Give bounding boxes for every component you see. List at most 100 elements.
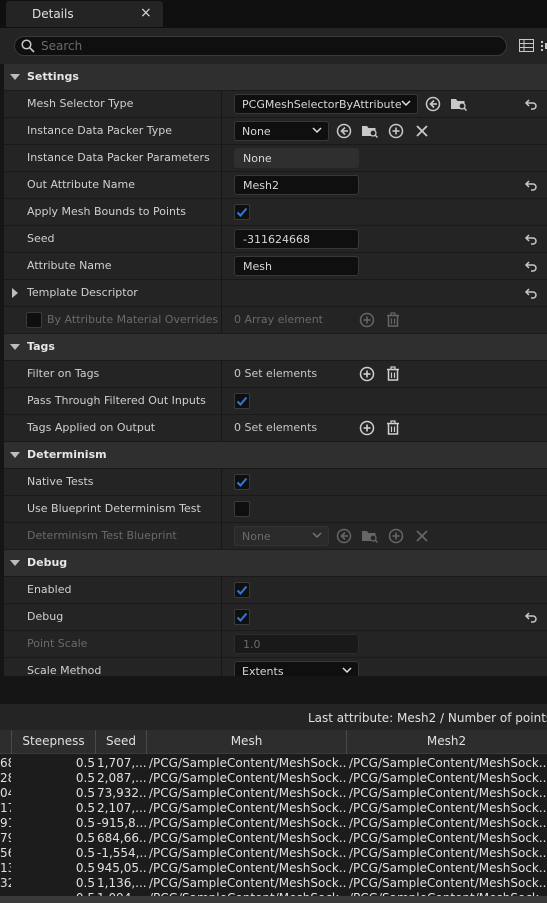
column-splitter[interactable]: [221, 91, 222, 117]
attribute-name-input[interactable]: Mesh: [234, 256, 359, 276]
horizontal-scrollbar[interactable]: [0, 896, 547, 903]
reset-to-default-icon[interactable]: [524, 97, 538, 111]
chevron-down-icon: [401, 100, 411, 107]
determinism-blueprint-combo[interactable]: None: [234, 526, 329, 546]
add-element-icon[interactable]: [359, 420, 375, 436]
cell-mesh: /PCG/SampleContent/MeshSock...: [149, 771, 346, 785]
clear-icon[interactable]: [415, 528, 429, 544]
caret-right-icon[interactable]: [12, 288, 18, 298]
table-row[interactable]: 680.51,707,.../PCG/SampleContent/MeshSoc…: [0, 756, 547, 771]
table-row[interactable]: 790.5684,66.../PCG/SampleContent/MeshSoc…: [0, 831, 547, 846]
reset-to-default-icon[interactable]: [524, 286, 538, 300]
chevron-down-icon: [342, 667, 352, 674]
reset-to-default-icon[interactable]: [524, 178, 538, 192]
add-icon[interactable]: [388, 528, 404, 544]
column-splitter[interactable]: [221, 631, 222, 657]
debug-checkbox[interactable]: [234, 609, 250, 625]
browse-icon[interactable]: [450, 96, 468, 112]
add-element-icon[interactable]: [359, 366, 375, 382]
column-splitter[interactable]: [221, 469, 222, 495]
table-row[interactable]: 280.52,087,.../PCG/SampleContent/MeshSoc…: [0, 771, 547, 786]
caret-down-icon[interactable]: [10, 560, 20, 566]
tab-details[interactable]: Details ×: [6, 1, 163, 27]
category-settings[interactable]: Settings: [4, 64, 547, 90]
search-box[interactable]: [14, 36, 507, 56]
use-selected-icon[interactable]: [336, 123, 352, 139]
use-blueprint-checkbox[interactable]: [234, 501, 250, 517]
cell-seed: -1,554,...: [97, 846, 146, 860]
caret-down-icon[interactable]: [10, 452, 20, 458]
table-row[interactable]: 910.5-915,8.../PCG/SampleContent/MeshSoc…: [0, 816, 547, 831]
panel-separator: [0, 676, 547, 704]
table-view-icon[interactable]: [519, 39, 534, 52]
cell-steepness: 0.5: [75, 861, 95, 875]
apply-mesh-bounds-checkbox[interactable]: [234, 204, 250, 220]
column-splitter[interactable]: [221, 199, 222, 225]
column-splitter[interactable]: [221, 361, 222, 387]
enabled-checkbox[interactable]: [234, 582, 250, 598]
search-input[interactable]: [41, 38, 481, 54]
column-splitter[interactable]: [221, 226, 222, 252]
reset-to-default-icon[interactable]: [524, 610, 538, 624]
browse-icon[interactable]: [361, 123, 379, 139]
cell-seed: 1,136,...: [97, 876, 146, 890]
column-splitter[interactable]: [221, 307, 222, 333]
column-splitter[interactable]: [221, 388, 222, 414]
use-selected-icon[interactable]: [425, 96, 441, 112]
column-splitter[interactable]: [221, 280, 222, 306]
column-splitter[interactable]: [221, 496, 222, 522]
row-pass-through-filtered: Pass Through Filtered Out Inputs: [4, 388, 547, 414]
instance-data-packer-type-combo[interactable]: None: [234, 121, 329, 141]
point-scale-input[interactable]: 1.0: [234, 634, 359, 654]
seed-input[interactable]: -311624668: [234, 229, 359, 249]
column-splitter[interactable]: [221, 577, 222, 603]
caret-down-icon[interactable]: [10, 74, 20, 80]
property-label: Instance Data Packer Type: [27, 124, 173, 137]
column-splitter[interactable]: [221, 415, 222, 441]
column-header-mesh2[interactable]: Mesh2: [346, 730, 546, 754]
row-use-blueprint-determinism: Use Blueprint Determinism Test: [4, 496, 547, 522]
mesh-selector-type-combo[interactable]: PCGMeshSelectorByAttribute: [234, 94, 418, 114]
reset-to-default-icon[interactable]: [524, 259, 538, 273]
table-row[interactable]: 560.5-1,554,.../PCG/SampleContent/MeshSo…: [0, 846, 547, 861]
column-header-mesh[interactable]: Mesh: [146, 730, 346, 754]
column-splitter[interactable]: [221, 253, 222, 279]
column-header-seed[interactable]: Seed: [95, 730, 146, 754]
caret-down-icon[interactable]: [10, 344, 20, 350]
row-debug: Debug: [4, 604, 547, 630]
settings-icon[interactable]: [541, 39, 547, 52]
out-attribute-name-input[interactable]: Mesh2: [234, 175, 359, 195]
table-row[interactable]: 170.52,107,.../PCG/SampleContent/MeshSoc…: [0, 801, 547, 816]
category-tags[interactable]: Tags: [4, 334, 547, 360]
use-selected-icon[interactable]: [336, 528, 352, 544]
trash-icon[interactable]: [385, 312, 401, 328]
column-header-steepness[interactable]: Steepness: [11, 730, 95, 754]
column-splitter[interactable]: [221, 118, 222, 144]
column-splitter[interactable]: [221, 604, 222, 630]
clear-icon[interactable]: [415, 123, 429, 139]
column-splitter[interactable]: [221, 658, 222, 676]
row-native-tests: Native Tests: [4, 469, 547, 495]
by-attribute-material-overrides-checkbox[interactable]: [26, 312, 42, 328]
trash-icon[interactable]: [385, 420, 401, 436]
category-determinism[interactable]: Determinism: [4, 442, 547, 468]
column-splitter[interactable]: [221, 523, 222, 549]
native-tests-checkbox[interactable]: [234, 474, 250, 490]
browse-icon[interactable]: [361, 528, 379, 544]
property-grid: Settings Mesh Selector Type PCGMeshSelec…: [4, 64, 547, 676]
property-label: Determinism Test Blueprint: [27, 529, 177, 542]
table-row[interactable]: 130.5945,05.../PCG/SampleContent/MeshSoc…: [0, 861, 547, 876]
pass-through-checkbox[interactable]: [234, 393, 250, 409]
add-element-icon[interactable]: [359, 312, 375, 328]
column-splitter[interactable]: [221, 172, 222, 198]
table-row[interactable]: 320.51,136,.../PCG/SampleContent/MeshSoc…: [0, 876, 547, 891]
trash-icon[interactable]: [385, 366, 401, 382]
close-icon[interactable]: ×: [140, 5, 152, 21]
table-row[interactable]: 040.573,932.../PCG/SampleContent/MeshSoc…: [0, 786, 547, 801]
row-out-attribute-name: Out Attribute Name Mesh2: [4, 172, 547, 198]
column-splitter[interactable]: [221, 145, 222, 171]
add-icon[interactable]: [388, 123, 404, 139]
scale-method-combo[interactable]: Extents: [234, 661, 359, 676]
category-debug[interactable]: Debug: [4, 550, 547, 576]
reset-to-default-icon[interactable]: [524, 232, 538, 246]
